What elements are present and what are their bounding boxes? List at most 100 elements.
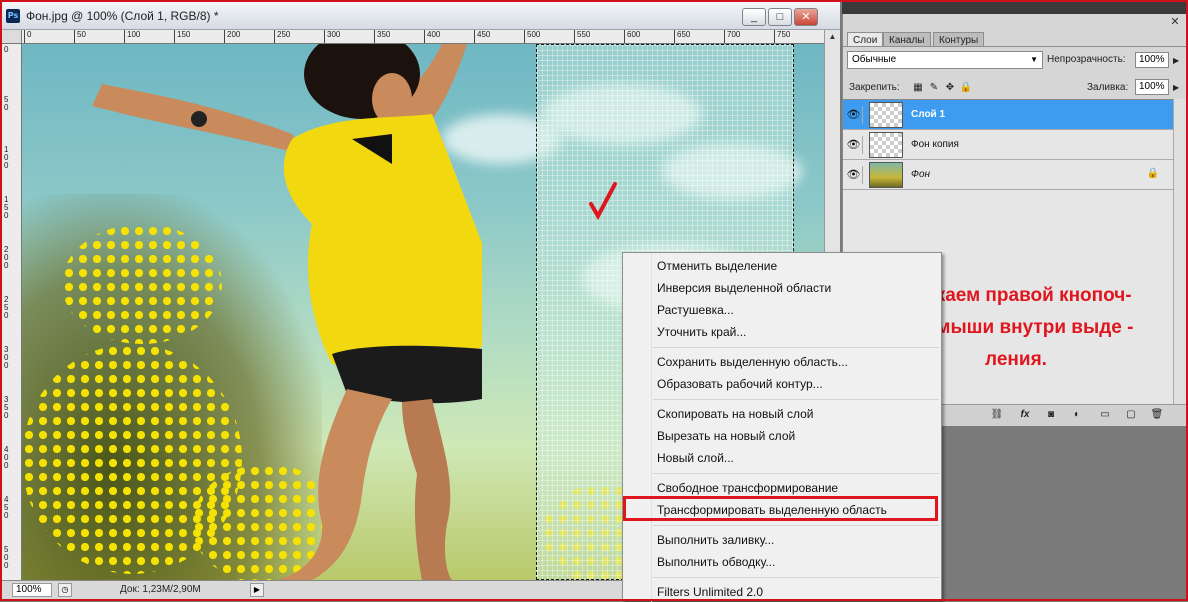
menu-item-inverse[interactable]: Инверсия выделенной области <box>657 278 831 298</box>
status-menu-arrow-icon[interactable]: ▶ <box>250 583 264 597</box>
layer-style-fx-icon[interactable]: fx <box>1017 409 1033 423</box>
blend-mode-select[interactable]: Обычные ▼ <box>847 51 1043 69</box>
eye-visibility-icon[interactable]: 👁 <box>845 136 863 154</box>
ruler-tick-label: 100 <box>4 145 9 170</box>
add-mask-icon[interactable]: ◙ <box>1043 409 1059 423</box>
menu-item-new-layer[interactable]: Новый слой... <box>657 448 734 468</box>
layer-name: Фон <box>911 169 931 180</box>
ruler-tick-label: 450 <box>473 30 491 43</box>
ruler-tick-label: 400 <box>4 445 9 470</box>
vertical-ruler[interactable]: 0 50 100 150 200 250 300 350 400 450 500 <box>2 44 22 580</box>
ruler-tick-label: 500 <box>523 30 541 43</box>
tab-channels[interactable]: Каналы <box>883 32 931 47</box>
menu-item-free-transform[interactable]: Свободное трансформирование <box>657 478 838 498</box>
tabs-divider <box>843 46 1188 47</box>
document-titlebar[interactable]: Ps Фон.jpg @ 100% (Слой 1, RGB/8) * _ □ … <box>2 2 840 30</box>
fill-dropdown-icon[interactable]: ▶ <box>1173 83 1179 92</box>
menu-separator <box>653 473 939 474</box>
layer-thumbnail <box>869 132 903 158</box>
new-group-folder-icon[interactable]: ▭ <box>1097 409 1113 423</box>
menu-item-fill[interactable]: Выполнить заливку... <box>657 530 774 550</box>
zoom-field[interactable]: 100% <box>12 583 52 597</box>
menu-item-make-work-path[interactable]: Образовать рабочий контур... <box>657 374 823 394</box>
ruler-tick-label: 500 <box>4 545 9 570</box>
photoshop-icon: Ps <box>6 9 20 23</box>
eye-visibility-icon[interactable]: 👁 <box>845 106 863 124</box>
ruler-tick-label: 100 <box>123 30 141 43</box>
menu-separator <box>653 399 939 400</box>
status-info-icon[interactable]: ◷ <box>58 583 72 597</box>
fill-label: Заливка: <box>1087 82 1129 93</box>
menu-item-filters-unlimited[interactable]: Filters Unlimited 2.0 <box>657 582 763 602</box>
menu-item-layer-via-cut[interactable]: Вырезать на новый слой <box>657 426 795 446</box>
ruler-tick-label: 300 <box>4 345 9 370</box>
menu-item-refine-edge[interactable]: Уточнить край... <box>657 322 746 342</box>
checkmark-annotation-icon <box>589 182 617 221</box>
menu-item-deselect[interactable]: Отменить выделение <box>657 256 777 276</box>
scroll-up-icon[interactable]: ▲ <box>827 32 838 44</box>
context-menu: Отменить выделение Инверсия выделенной о… <box>622 252 942 602</box>
document-title: Фон.jpg @ 100% (Слой 1, RGB/8) * <box>26 9 219 23</box>
lock-all-icon[interactable]: 🔒 <box>959 81 973 95</box>
menu-item-layer-via-copy[interactable]: Скопировать на новый слой <box>657 404 814 424</box>
ruler-tick-label: 350 <box>373 30 391 43</box>
restore-button[interactable]: □ <box>768 8 792 26</box>
menu-item-feather[interactable]: Растушевка... <box>657 300 734 320</box>
menu-separator <box>653 525 939 526</box>
highlight-box <box>623 496 938 521</box>
eye-visibility-icon[interactable]: 👁 <box>845 166 863 184</box>
ruler-corner[interactable] <box>2 30 22 44</box>
horizontal-ruler[interactable]: 0 50 100 150 200 250 300 350 400 450 500 550 600 650 7… <box>22 30 824 44</box>
jumping-girl-photo <box>92 44 482 580</box>
blend-mode-value: Обычные <box>852 54 897 65</box>
lock-pixels-brush-icon[interactable]: ✎ <box>927 81 941 95</box>
layer-name: Фон копия <box>911 139 959 150</box>
ruler-tick-label: 200 <box>4 245 9 270</box>
menu-item-save-selection[interactable]: Сохранить выделенную область... <box>657 352 848 372</box>
document-size-info: Док: 1,23M/2,90M <box>120 584 201 595</box>
adjustment-layer-icon[interactable]: ◐ <box>1069 409 1085 423</box>
chevron-down-icon: ▼ <box>1030 55 1038 64</box>
lock-label: Закрепить: <box>849 82 900 93</box>
layer-lock-icon: 🔒 <box>1146 168 1159 179</box>
panel-close-icon[interactable]: ✕ <box>1164 14 1186 30</box>
layer-thumbnail <box>869 102 903 128</box>
tab-layers[interactable]: Слои <box>847 32 884 47</box>
ruler-tick-label: 300 <box>323 30 341 43</box>
layers-scrollbar[interactable] <box>1173 99 1188 404</box>
ruler-tick-label: 150 <box>4 195 9 220</box>
ruler-tick-label: 200 <box>223 30 241 43</box>
ruler-tick-label: 150 <box>173 30 191 43</box>
ruler-tick-label: 250 <box>273 30 291 43</box>
minimize-button[interactable]: _ <box>742 8 766 26</box>
ruler-tick-label: 250 <box>4 295 9 320</box>
layer-thumbnail <box>869 162 903 188</box>
menu-item-stroke[interactable]: Выполнить обводку... <box>657 552 775 572</box>
layer-row-fon[interactable]: 👁 Фон 🔒 <box>843 160 1173 190</box>
ruler-tick-label: 400 <box>423 30 441 43</box>
layer-row-sloy1[interactable]: 👁 Слой 1 <box>843 100 1173 130</box>
ruler-tick-label: 450 <box>4 495 9 520</box>
lock-position-move-icon[interactable]: ✥ <box>943 81 957 95</box>
opacity-label: Непрозрачность: <box>1047 54 1126 65</box>
ruler-tick-label: 650 <box>673 30 691 43</box>
new-layer-icon[interactable]: ▢ <box>1123 409 1139 423</box>
panel-header-bar <box>842 2 1186 14</box>
ruler-tick-label: 50 <box>4 95 9 112</box>
ruler-tick-label: 50 <box>74 30 86 43</box>
delete-layer-trash-icon[interactable]: 🗑 <box>1149 409 1165 423</box>
tab-paths[interactable]: Контуры <box>933 32 985 47</box>
ruler-tick-label: 550 <box>573 30 591 43</box>
close-button[interactable]: ✕ <box>794 8 818 26</box>
opacity-dropdown-icon[interactable]: ▶ <box>1173 56 1179 65</box>
ruler-tick-label: 750 <box>773 30 791 43</box>
opacity-input[interactable]: 100% <box>1135 52 1169 68</box>
menu-separator <box>653 347 939 348</box>
lock-transparency-icon[interactable]: ▦ <box>911 81 925 95</box>
link-layers-icon[interactable]: ⛓ <box>989 409 1005 423</box>
menu-separator <box>653 577 939 578</box>
ruler-tick-label: 350 <box>4 395 9 420</box>
layer-row-fon-kopiya[interactable]: 👁 Фон копия <box>843 130 1173 160</box>
ruler-tick-label: 0 <box>23 30 32 43</box>
fill-input[interactable]: 100% <box>1135 79 1169 95</box>
